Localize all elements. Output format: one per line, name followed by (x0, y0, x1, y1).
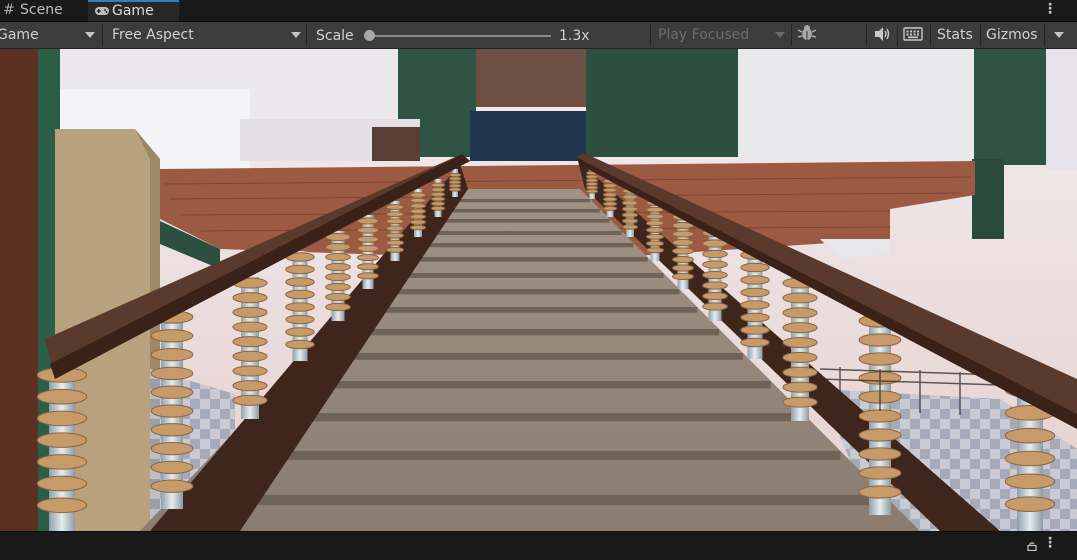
scene-render (0, 49, 1077, 531)
tab-scene-label: Scene (20, 2, 63, 18)
toolbar-divider (897, 24, 898, 46)
scale-slider-handle[interactable] (364, 30, 375, 41)
scale-slider-track[interactable] (370, 35, 551, 37)
bug-icon[interactable] (797, 22, 817, 48)
toolbar-divider (791, 24, 792, 46)
stair-step (369, 289, 680, 295)
gamepad-icon (94, 2, 109, 21)
stair-step (455, 199, 590, 203)
scale-label: Scale (316, 28, 354, 44)
baluster (325, 231, 351, 321)
stair-step (413, 243, 634, 248)
baluster (409, 189, 427, 237)
toolbar-divider (866, 24, 867, 46)
aspect-dropdown[interactable]: Free Aspect (112, 22, 194, 48)
stair-step (331, 329, 720, 336)
play-mode-label: Play Focused (658, 27, 750, 43)
display-dropdown[interactable]: Game (0, 22, 39, 48)
toolbar-divider (102, 24, 103, 46)
play-mode-dropdown[interactable]: Play Focused (658, 22, 749, 48)
toolbar-divider (306, 24, 307, 46)
speaker-icon[interactable] (873, 22, 891, 48)
stair-step (174, 495, 885, 506)
keyboard-icon[interactable] (903, 22, 923, 48)
tab-game-label: Game (112, 3, 154, 19)
status-bar: ⋮ (0, 531, 1077, 560)
toolbar-divider (980, 24, 981, 46)
gizmos-label: Gizmos (986, 27, 1038, 43)
toolbar-divider (1044, 24, 1045, 46)
stair-step (400, 257, 648, 262)
stair-step (352, 307, 698, 313)
kebab-menu-icon[interactable]: ⋮ (1043, 535, 1057, 551)
stats-label: Stats (937, 27, 973, 43)
chevron-down-icon (291, 32, 301, 38)
editor-tab-bar: # Scene Game ⋮ (0, 0, 1077, 22)
stair-step (252, 413, 803, 422)
stair-step (216, 451, 841, 461)
grid-icon: # (3, 2, 15, 18)
kebab-menu-icon[interactable]: ⋮ (1043, 0, 1057, 21)
chevron-down-icon (85, 32, 95, 38)
stair-step (445, 209, 600, 213)
stair-step (309, 353, 744, 360)
gizmos-button[interactable]: Gizmos (986, 22, 1038, 48)
baluster (740, 249, 770, 359)
chevron-down-icon (775, 32, 785, 38)
tab-scene[interactable]: # Scene (0, 0, 80, 21)
tab-game[interactable]: Game (88, 0, 179, 21)
baluster (285, 251, 315, 361)
stair-step (282, 381, 771, 389)
display-dropdown-label: Game (0, 27, 39, 43)
scale-value: 1.3x (559, 28, 590, 44)
stair-step (425, 231, 622, 235)
gizmos-dropdown-chevron-icon[interactable] (1054, 32, 1064, 38)
lock-icon[interactable] (1027, 541, 1037, 551)
stair-step (385, 273, 664, 278)
game-viewport[interactable] (0, 49, 1077, 531)
toolbar-divider (930, 24, 931, 46)
stair-step (436, 219, 610, 223)
stats-button[interactable]: Stats (937, 22, 973, 48)
toolbar-divider (650, 24, 651, 46)
aspect-dropdown-label: Free Aspect (112, 27, 194, 43)
